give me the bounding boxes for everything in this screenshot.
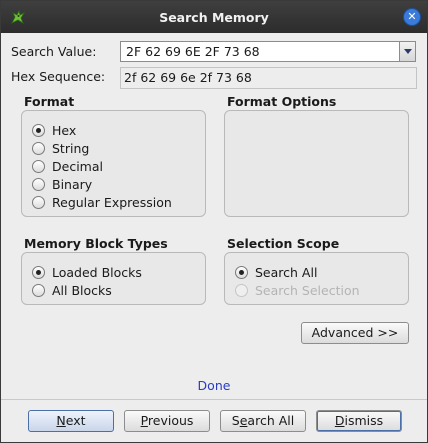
search-value-text[interactable]: 2F 62 69 6E 2F 73 68 <box>126 44 260 59</box>
format-option-string[interactable]: String <box>32 139 89 157</box>
radio-icon[interactable] <box>32 177 45 191</box>
search-all-button[interactable]: Search All <box>220 410 306 432</box>
scope-option-label: Search Selection <box>255 282 360 298</box>
previous-button[interactable]: Previous <box>124 410 210 432</box>
title-bar: Search Memory ✕ <box>1 1 427 33</box>
hex-sequence-label: Hex Sequence: <box>11 69 106 84</box>
radio-icon[interactable] <box>32 265 45 279</box>
format-option-regex[interactable]: Regular Expression <box>32 193 172 211</box>
search-all-label: arch All <box>247 413 295 428</box>
radio-icon[interactable] <box>235 265 248 279</box>
format-options-group <box>224 110 409 217</box>
search-memory-dialog: Search Memory ✕ Search Value: 2F 62 69 6… <box>0 0 428 443</box>
search-value-label: Search Value: <box>11 44 97 59</box>
search-all-pre: S <box>231 413 240 428</box>
format-options-title: Format Options <box>227 94 337 109</box>
format-option-label: Regular Expression <box>52 194 172 210</box>
next-mnemonic: N <box>56 413 66 428</box>
dragon-icon <box>11 9 26 24</box>
block-option-label: Loaded Blocks <box>52 264 142 280</box>
scope-option-search-selection: Search Selection <box>235 281 360 299</box>
dismiss-label: ismiss <box>344 413 384 428</box>
block-option-all[interactable]: All Blocks <box>32 281 112 299</box>
radio-icon[interactable] <box>32 141 45 155</box>
chevron-down-icon[interactable] <box>399 42 415 61</box>
radio-icon[interactable] <box>32 195 45 209</box>
selection-scope-group: Search All Search Selection <box>224 252 409 305</box>
block-option-loaded[interactable]: Loaded Blocks <box>32 263 142 281</box>
memory-block-types-group: Loaded Blocks All Blocks <box>21 252 206 305</box>
radio-icon <box>235 283 248 297</box>
divider <box>1 399 427 400</box>
close-icon[interactable]: ✕ <box>403 8 421 26</box>
format-option-label: Hex <box>52 122 77 138</box>
radio-icon[interactable] <box>32 283 45 297</box>
radio-icon[interactable] <box>32 123 45 137</box>
format-group: Hex String Decimal Binary Regular Expres… <box>21 110 206 217</box>
next-label: ext <box>65 413 86 428</box>
previous-mnemonic: P <box>140 413 148 428</box>
previous-label: revious <box>147 413 194 428</box>
hex-sequence-field: 2f 62 69 6e 2f 73 68 <box>120 67 417 89</box>
block-option-label: All Blocks <box>52 282 112 298</box>
format-title: Format <box>24 94 75 109</box>
window-title: Search Memory <box>159 9 269 25</box>
format-option-binary[interactable]: Binary <box>32 175 92 193</box>
next-button[interactable]: Next <box>28 410 114 432</box>
memory-block-types-title: Memory Block Types <box>24 236 168 251</box>
scope-option-label: Search All <box>255 264 318 280</box>
hex-sequence-value: 2f 62 69 6e 2f 73 68 <box>124 70 252 85</box>
format-option-hex[interactable]: Hex <box>32 121 76 139</box>
radio-icon[interactable] <box>32 159 45 173</box>
format-option-label: String <box>52 140 90 156</box>
dismiss-button[interactable]: Dismiss <box>316 410 402 432</box>
status-text: Done <box>197 378 231 393</box>
format-option-label: Binary <box>52 176 93 192</box>
format-option-label: Decimal <box>52 158 103 174</box>
selection-scope-title: Selection Scope <box>227 236 340 251</box>
format-option-decimal[interactable]: Decimal <box>32 157 103 175</box>
search-value-combobox[interactable]: 2F 62 69 6E 2F 73 68 <box>120 41 416 62</box>
advanced-button[interactable]: Advanced >> <box>301 322 409 344</box>
scope-option-search-all[interactable]: Search All <box>235 263 317 281</box>
